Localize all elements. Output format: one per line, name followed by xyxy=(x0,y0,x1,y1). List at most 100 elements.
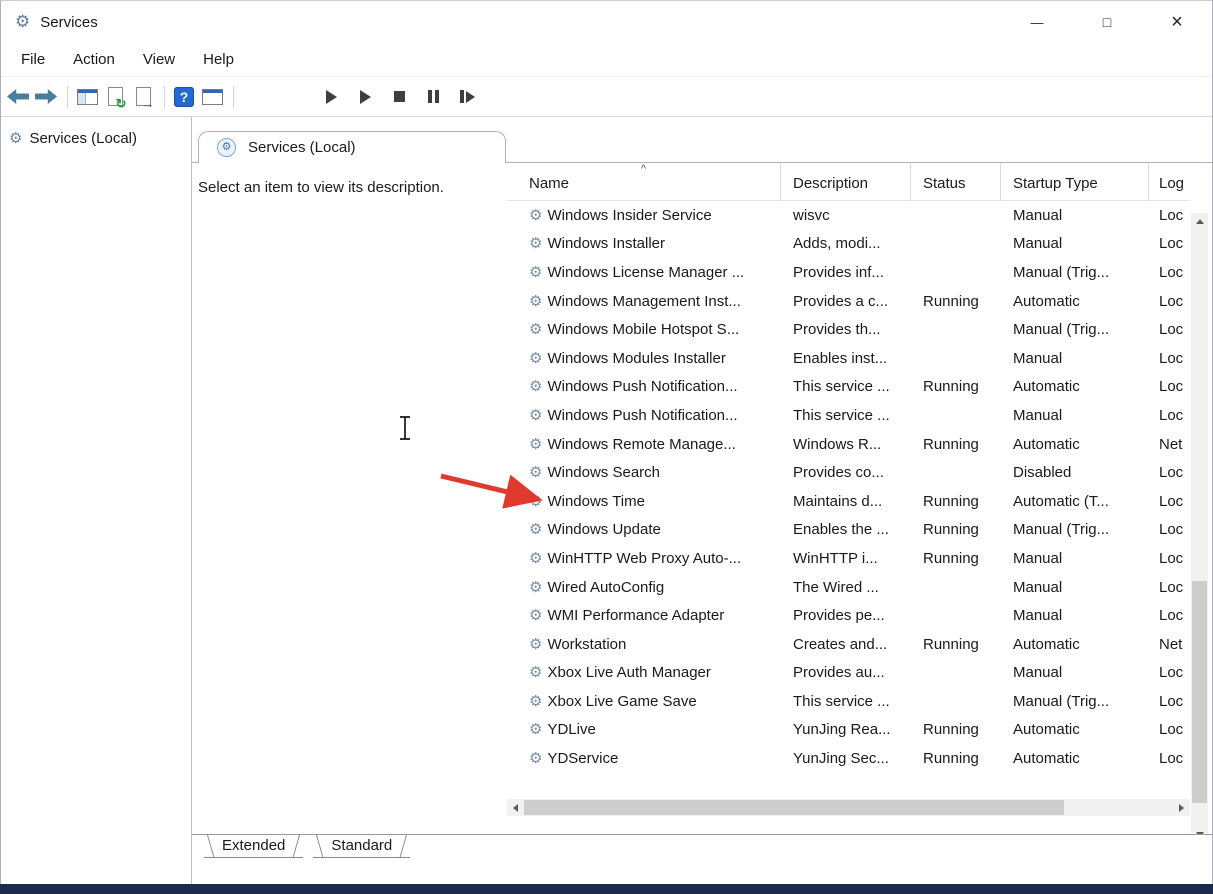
tree-item-label: Services (Local) xyxy=(29,130,137,147)
service-gear-icon: ⚙ xyxy=(529,322,542,337)
tree-item-services-local[interactable]: ⚙ Services (Local) xyxy=(1,117,191,147)
resume-service-button[interactable] xyxy=(352,84,378,110)
service-description-cell: Maintains d... xyxy=(781,493,911,510)
service-row[interactable]: ⚙Wired AutoConfigThe Wired ...ManualLoc xyxy=(507,573,1190,602)
service-logon-cell: Loc xyxy=(1149,664,1190,681)
service-name-cell: ⚙YDLive xyxy=(507,721,781,738)
service-name-cell: ⚙Xbox Live Auth Manager xyxy=(507,664,781,681)
tab-extended[interactable]: Extended xyxy=(204,835,303,858)
stop-service-button[interactable] xyxy=(386,84,412,110)
service-row[interactable]: ⚙Windows Management Inst...Provides a c.… xyxy=(507,287,1190,316)
column-header-name[interactable]: Name^ xyxy=(507,163,781,201)
column-header-description[interactable]: Description xyxy=(781,163,911,201)
service-startup-cell: Manual xyxy=(1001,607,1149,624)
service-row[interactable]: ⚙WMI Performance AdapterProvides pe...Ma… xyxy=(507,601,1190,630)
restart-service-button[interactable] xyxy=(454,84,480,110)
details-header-title: Services (Local) xyxy=(248,139,356,156)
services-gear-icon: ⚙ xyxy=(9,129,22,147)
service-description-cell: wisvc xyxy=(781,207,911,224)
maximize-button[interactable]: □ xyxy=(1072,1,1142,43)
service-logon-cell: Loc xyxy=(1149,750,1190,767)
service-row[interactable]: ⚙WorkstationCreates and...RunningAutomat… xyxy=(507,630,1190,659)
service-logon-cell: Loc xyxy=(1149,721,1190,738)
description-pane: Select an item to view its description. xyxy=(198,163,507,823)
service-name-cell: ⚙Windows Installer xyxy=(507,235,781,252)
service-row[interactable]: ⚙Windows Modules InstallerEnables inst..… xyxy=(507,344,1190,373)
close-button[interactable]: × xyxy=(1142,1,1212,43)
play-icon xyxy=(326,90,337,104)
service-startup-cell: Manual xyxy=(1001,550,1149,567)
service-startup-cell: Disabled xyxy=(1001,464,1149,481)
service-row[interactable]: ⚙Windows Mobile Hotspot S...Provides th.… xyxy=(507,315,1190,344)
service-row[interactable]: ⚙Windows Push Notification...This servic… xyxy=(507,401,1190,430)
menu-action[interactable]: Action xyxy=(59,47,129,72)
service-logon-cell: Loc xyxy=(1149,321,1190,338)
service-logon-cell: Loc xyxy=(1149,378,1190,395)
tab-standard[interactable]: Standard xyxy=(313,835,410,858)
service-row[interactable]: ⚙Xbox Live Game SaveThis service ...Manu… xyxy=(507,687,1190,716)
refresh-button[interactable]: ↻ xyxy=(102,84,128,110)
help-button[interactable]: ? xyxy=(171,84,197,110)
service-row[interactable]: ⚙Windows License Manager ...Provides inf… xyxy=(507,258,1190,287)
properties-button[interactable] xyxy=(199,84,225,110)
service-startup-cell: Automatic xyxy=(1001,750,1149,767)
pause-service-button[interactable] xyxy=(420,84,446,110)
service-gear-icon: ⚙ xyxy=(529,494,542,509)
scroll-up-button[interactable] xyxy=(1191,213,1208,230)
service-description-cell: Provides th... xyxy=(781,321,911,338)
details-header-row: ⚙ Services (Local) xyxy=(192,131,1212,163)
service-row[interactable]: ⚙Windows Remote Manage...Windows R...Run… xyxy=(507,430,1190,459)
vertical-scroll-thumb[interactable] xyxy=(1192,581,1207,803)
service-row[interactable]: ⚙Windows UpdateEnables the ...RunningMan… xyxy=(507,516,1190,545)
service-gear-icon: ⚙ xyxy=(529,408,542,423)
scroll-right-button[interactable] xyxy=(1173,799,1190,816)
service-name-cell: ⚙Windows Insider Service xyxy=(507,207,781,224)
service-description-cell: Enables the ... xyxy=(781,521,911,538)
scroll-left-button[interactable] xyxy=(507,799,524,816)
refresh-icon: ↻ xyxy=(108,87,123,106)
service-gear-icon: ⚙ xyxy=(529,751,542,766)
service-row[interactable]: ⚙Windows InstallerAdds, modi...ManualLoc xyxy=(507,230,1190,259)
vertical-scrollbar[interactable] xyxy=(1191,213,1208,843)
service-description-cell: WinHTTP i... xyxy=(781,550,911,567)
service-row[interactable]: ⚙Windows Insider ServicewisvcManualLoc xyxy=(507,201,1190,230)
show-console-tree-button[interactable] xyxy=(74,84,100,110)
back-button[interactable] xyxy=(5,84,31,110)
horizontal-scroll-thumb[interactable] xyxy=(524,800,1064,815)
service-name-cell: ⚙YDService xyxy=(507,750,781,767)
service-description-cell: Provides inf... xyxy=(781,264,911,281)
service-gear-icon: ⚙ xyxy=(529,294,542,309)
console-tree-pane: ⚙ Services (Local) xyxy=(1,117,192,884)
service-row[interactable]: ⚙Windows TimeMaintains d...RunningAutoma… xyxy=(507,487,1190,516)
service-row[interactable]: ⚙Xbox Live Auth ManagerProvides au...Man… xyxy=(507,659,1190,688)
toolbar-separator xyxy=(164,86,165,108)
horizontal-scrollbar[interactable] xyxy=(507,799,1190,816)
service-startup-cell: Manual xyxy=(1001,579,1149,596)
service-logon-cell: Loc xyxy=(1149,207,1190,224)
forward-button[interactable] xyxy=(33,84,59,110)
service-row[interactable]: ⚙Windows SearchProvides co...DisabledLoc xyxy=(507,458,1190,487)
service-logon-cell: Loc xyxy=(1149,235,1190,252)
service-row[interactable]: ⚙WinHTTP Web Proxy Auto-...WinHTTP i...R… xyxy=(507,544,1190,573)
service-status-cell: Running xyxy=(911,550,1001,567)
service-startup-cell: Manual xyxy=(1001,664,1149,681)
service-name-cell: ⚙Windows Push Notification... xyxy=(507,378,781,395)
service-description-cell: Provides pe... xyxy=(781,607,911,624)
service-logon-cell: Loc xyxy=(1149,293,1190,310)
menu-view[interactable]: View xyxy=(129,47,189,72)
minimize-button[interactable]: — xyxy=(1002,1,1072,43)
menu-file[interactable]: File xyxy=(7,47,59,72)
service-name-cell: ⚙Windows License Manager ... xyxy=(507,264,781,281)
column-header-status[interactable]: Status xyxy=(911,163,1001,201)
service-row[interactable]: ⚙Windows Push Notification...This servic… xyxy=(507,373,1190,402)
service-row[interactable]: ⚙YDLiveYunJing Rea...RunningAutomaticLoc xyxy=(507,716,1190,745)
export-list-button[interactable]: → xyxy=(130,84,156,110)
taskbar-strip xyxy=(0,884,1213,894)
menu-help[interactable]: Help xyxy=(189,47,248,72)
service-name-cell: ⚙Windows Update xyxy=(507,521,781,538)
column-header-log[interactable]: Log xyxy=(1149,163,1190,201)
column-header-startup-type[interactable]: Startup Type xyxy=(1001,163,1149,201)
start-service-button[interactable] xyxy=(318,84,344,110)
service-row[interactable]: ⚙YDServiceYunJing Sec...RunningAutomatic… xyxy=(507,744,1190,773)
service-startup-cell: Automatic xyxy=(1001,436,1149,453)
